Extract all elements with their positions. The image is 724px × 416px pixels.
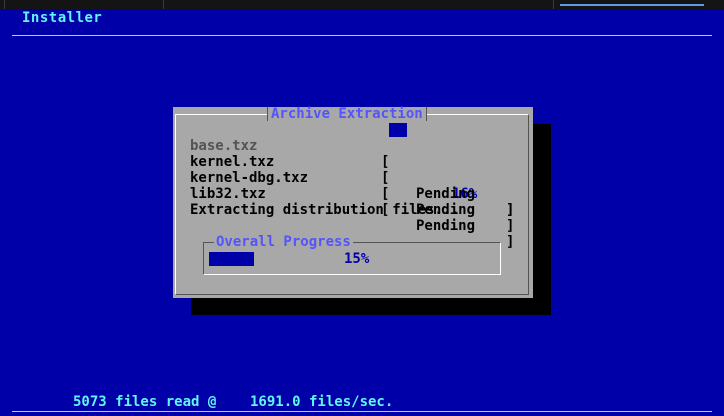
tab-divider bbox=[553, 0, 554, 9]
file-row-kernel: kernel.txz [ Pending ] bbox=[190, 138, 520, 218]
title-divider bbox=[12, 35, 712, 36]
file-progress-bar bbox=[389, 123, 459, 137]
dialog-title: Archive Extraction bbox=[267, 107, 427, 121]
archive-extraction-dialog: Archive Extraction base.txz [ 16% ] kern… bbox=[173, 107, 533, 298]
file-status: Pending bbox=[416, 218, 476, 234]
file-name: lib32.txz bbox=[190, 186, 266, 202]
top-tab-bar bbox=[0, 0, 724, 9]
overall-progress-bar: 15% bbox=[209, 251, 491, 267]
extraction-message: Extracting distribution files... bbox=[190, 202, 460, 218]
file-status: Pending bbox=[416, 186, 476, 202]
overall-progress-label: Overall Progress bbox=[214, 234, 353, 250]
file-row-kernel-dbg: kernel-dbg.txz [ Pending ] bbox=[190, 154, 520, 234]
overall-progress-percent: 15% bbox=[344, 251, 370, 267]
bracket-left: [ bbox=[381, 186, 390, 202]
tab-divider bbox=[4, 0, 5, 9]
files-read-status: 5073 files read @ 1691.0 files/sec. bbox=[73, 394, 394, 410]
tab-divider bbox=[163, 0, 164, 9]
file-row-base: base.txz [ 16% ] bbox=[190, 122, 520, 218]
active-tab-indicator bbox=[560, 4, 704, 6]
overall-progress-box: Overall Progress 15% bbox=[203, 235, 501, 275]
overall-progress-fill bbox=[209, 252, 254, 266]
app-title: Installer bbox=[22, 10, 103, 26]
file-row-lib32: lib32.txz [ Pending ] bbox=[190, 170, 520, 250]
bracket-right: ] bbox=[506, 234, 515, 250]
bracket-right: ] bbox=[506, 218, 515, 234]
file-progress-fill bbox=[389, 123, 407, 137]
bottom-divider bbox=[12, 411, 712, 412]
bracket-right: ] bbox=[506, 202, 515, 218]
